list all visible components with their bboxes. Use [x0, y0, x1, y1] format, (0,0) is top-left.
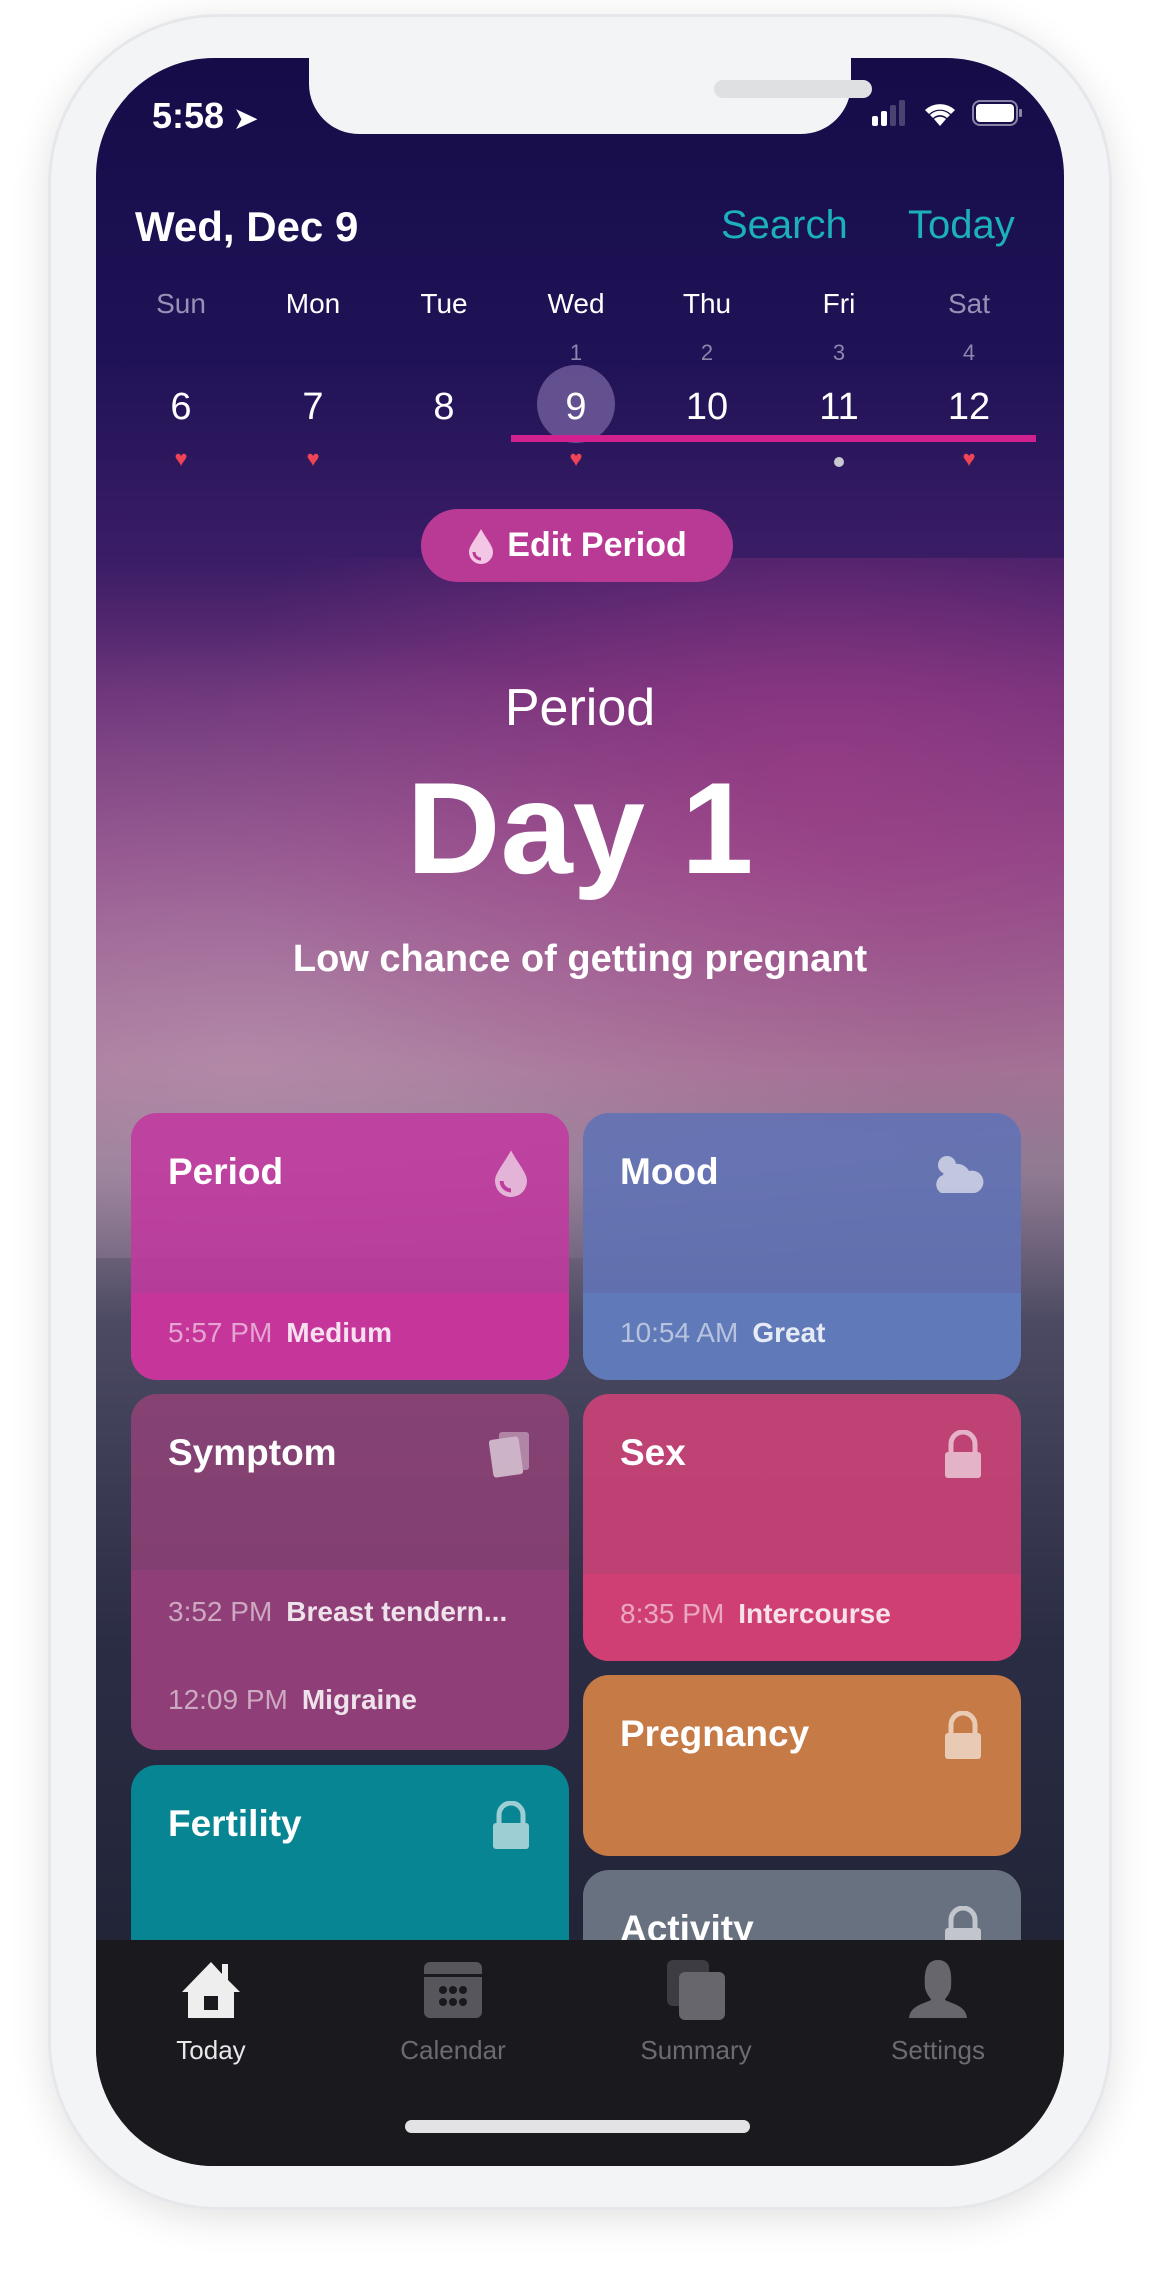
entry-row: 12:09 PM Migraine	[168, 1684, 417, 1716]
today-button[interactable]: Today	[908, 203, 1015, 248]
edit-period-button[interactable]: Edit Period	[421, 509, 733, 582]
signal-icon	[872, 100, 905, 126]
entry-row: 10:54 AM Great	[620, 1317, 825, 1349]
sex-card[interactable]: Sex 8:35 PM Intercourse	[583, 1394, 1021, 1661]
card-title: Sex	[620, 1432, 686, 1473]
house-icon	[182, 1962, 240, 2018]
lock-icon	[945, 1430, 981, 1478]
entry-time: 8:35 PM	[620, 1598, 725, 1629]
entry-row: 3:52 PM Breast tendern...	[168, 1596, 507, 1628]
tab-label: Today	[176, 2035, 246, 2065]
heart-icon: ♥	[174, 446, 188, 471]
weekday-label: Mon	[285, 288, 341, 319]
cycle-day-number: 3	[832, 340, 846, 365]
fertility-card[interactable]: Fertility	[131, 1765, 569, 1965]
tab-label: Settings	[891, 2035, 985, 2065]
home-indicator[interactable]	[405, 2120, 750, 2133]
day-cell-11[interactable]: 11	[784, 380, 894, 434]
search-button[interactable]: Search	[721, 203, 848, 248]
edit-period-label: Edit Period	[507, 526, 687, 564]
period-range-bar	[511, 435, 1036, 442]
pregnancy-card[interactable]: Pregnancy	[583, 1675, 1021, 1856]
tab-bar: Today Calendar Summary Settings	[96, 1940, 1064, 2166]
entry-row: 5:57 PM Medium	[168, 1317, 392, 1349]
symptom-card[interactable]: Symptom 3:52 PM Breast tendern... 12:09 P…	[131, 1394, 569, 1750]
entry-time: 5:57 PM	[168, 1317, 273, 1348]
drop-icon	[469, 528, 494, 564]
entry-value: Great	[752, 1317, 826, 1348]
cycle-day-number: 4	[962, 340, 976, 365]
day-cell-9[interactable]: 9	[521, 380, 631, 434]
dot-icon	[834, 457, 844, 467]
wifi-icon	[925, 104, 955, 126]
speaker	[714, 80, 872, 98]
entry-value: Medium	[286, 1317, 393, 1348]
partly-cloudy-icon	[936, 1156, 984, 1193]
drop-icon	[495, 1150, 527, 1197]
selected-date-title: Wed, Dec 9	[135, 203, 359, 250]
tab-today[interactable]: Today	[111, 1960, 311, 2066]
heart-icon: ♥	[962, 446, 976, 471]
tab-settings[interactable]: Settings	[838, 1960, 1038, 2066]
weekday-label: Fri	[822, 288, 856, 319]
day-cell-7[interactable]: 7	[258, 380, 368, 434]
entry-row: 8:35 PM Intercourse	[620, 1598, 891, 1630]
dot-indicator	[784, 454, 894, 474]
pregnancy-chance: Low chance of getting pregnant	[292, 938, 868, 980]
card-title: Symptom	[168, 1432, 337, 1473]
entry-time: 10:54 AM	[620, 1317, 739, 1348]
entry-time: 3:52 PM	[168, 1596, 273, 1627]
entry-value: Migraine	[301, 1684, 417, 1715]
period-card[interactable]: Period 5:57 PM Medium	[131, 1113, 569, 1380]
day-cell-12[interactable]: 12	[914, 380, 1024, 434]
person-icon	[909, 1960, 967, 2018]
day-cell-10[interactable]: 10	[652, 380, 762, 434]
calendar-icon	[424, 1962, 482, 2018]
status-icons	[872, 100, 1024, 126]
weekday-label: Sat	[947, 288, 991, 319]
heart-icon: ♥	[306, 446, 320, 471]
entry-time: 12:09 PM	[168, 1684, 288, 1715]
location-icon: ➤	[234, 103, 258, 134]
tab-calendar[interactable]: Calendar	[353, 1960, 553, 2066]
weekday-label: Sun	[156, 288, 206, 319]
cycle-day: Day 1	[406, 755, 754, 901]
weekday-label: Wed	[547, 288, 605, 319]
card-title: Fertility	[168, 1803, 302, 1844]
summary-icon	[667, 1960, 725, 2020]
symptom-notes-icon	[489, 1432, 529, 1478]
cycle-day-number: 2	[700, 340, 714, 365]
weekday-label: Thu	[682, 288, 732, 319]
day-cell-8[interactable]: 8	[389, 380, 499, 434]
entry-value: Breast tendern...	[286, 1596, 508, 1627]
card-title: Pregnancy	[620, 1713, 810, 1754]
day-cell-6[interactable]: 6	[126, 380, 236, 434]
cycle-day-number: 1	[569, 340, 583, 365]
tab-summary[interactable]: Summary	[596, 1960, 796, 2066]
entry-value: Intercourse	[738, 1598, 891, 1629]
phase-label: Period	[504, 679, 656, 737]
status-time: 5:58 ➤	[152, 95, 258, 136]
card-title: Mood	[620, 1151, 719, 1192]
heart-icon: ♥	[569, 446, 583, 471]
mood-card[interactable]: Mood 10:54 AM Great	[583, 1113, 1021, 1380]
lock-icon	[493, 1801, 529, 1849]
weekday-label: Tue	[420, 288, 468, 319]
tab-label: Summary	[640, 2035, 752, 2065]
app-screen: 5:58 ➤ Wed, Dec 9 Search Today Sun 6 ♥ Mon 7…	[96, 58, 1064, 2166]
lock-icon	[945, 1711, 981, 1759]
battery-icon	[972, 100, 1022, 126]
notch	[309, 58, 872, 134]
tab-label: Calendar	[400, 2035, 506, 2065]
card-title: Period	[168, 1151, 284, 1192]
